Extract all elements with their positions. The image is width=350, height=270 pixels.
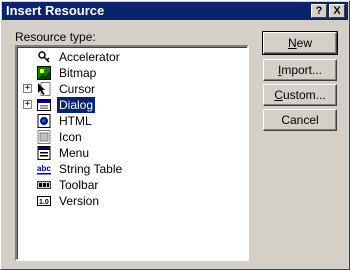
- custom-button[interactable]: Custom...: [263, 84, 337, 106]
- new-button[interactable]: New: [262, 31, 338, 55]
- tree-item-label: Version: [59, 194, 100, 208]
- dialog-icon: [37, 99, 51, 111]
- html-icon: [37, 114, 51, 128]
- tree-item-label: HTML: [59, 114, 92, 128]
- expand-toggle[interactable]: +: [23, 84, 32, 93]
- expand-toggle[interactable]: +: [23, 100, 32, 109]
- tree-item-label: Menu: [59, 146, 90, 160]
- cancel-button[interactable]: Cancel: [263, 109, 337, 131]
- bitmap-icon: [37, 66, 51, 80]
- insert-resource-dialog: Insert Resource ? X Resource type: Accel…: [0, 0, 350, 270]
- tree-item-label: Dialog: [57, 97, 96, 113]
- tree-item-label: Accelerator: [59, 50, 120, 64]
- resource-type-tree[interactable]: Accelerator Bitmap + Cursor + Dialog HTM…: [15, 45, 249, 261]
- help-button[interactable]: ?: [311, 4, 327, 18]
- window-title: Insert Resource: [6, 3, 105, 18]
- version-icon: 1.0: [37, 196, 51, 206]
- accelerator-icon: [38, 51, 50, 63]
- tree-item-label: Bitmap: [59, 66, 97, 80]
- icon-resource-icon: [37, 130, 51, 144]
- toolbar-icon: [37, 181, 51, 189]
- import-button[interactable]: Import...: [263, 59, 337, 81]
- svg-text:abc: abc: [37, 164, 51, 173]
- tree-item-label: Toolbar: [59, 178, 99, 192]
- resource-type-label: Resource type:: [15, 30, 96, 44]
- tree-item-label: String Table: [59, 162, 123, 176]
- tree-item-label: Cursor: [59, 82, 96, 96]
- string-table-icon: abc: [37, 164, 51, 175]
- tree-item-label: Icon: [59, 130, 82, 144]
- cursor-icon: [38, 82, 51, 96]
- svg-text:1.0: 1.0: [39, 199, 49, 206]
- close-button[interactable]: X: [329, 4, 345, 18]
- title-bar: Insert Resource ? X: [2, 2, 348, 20]
- menu-icon: [37, 146, 51, 160]
